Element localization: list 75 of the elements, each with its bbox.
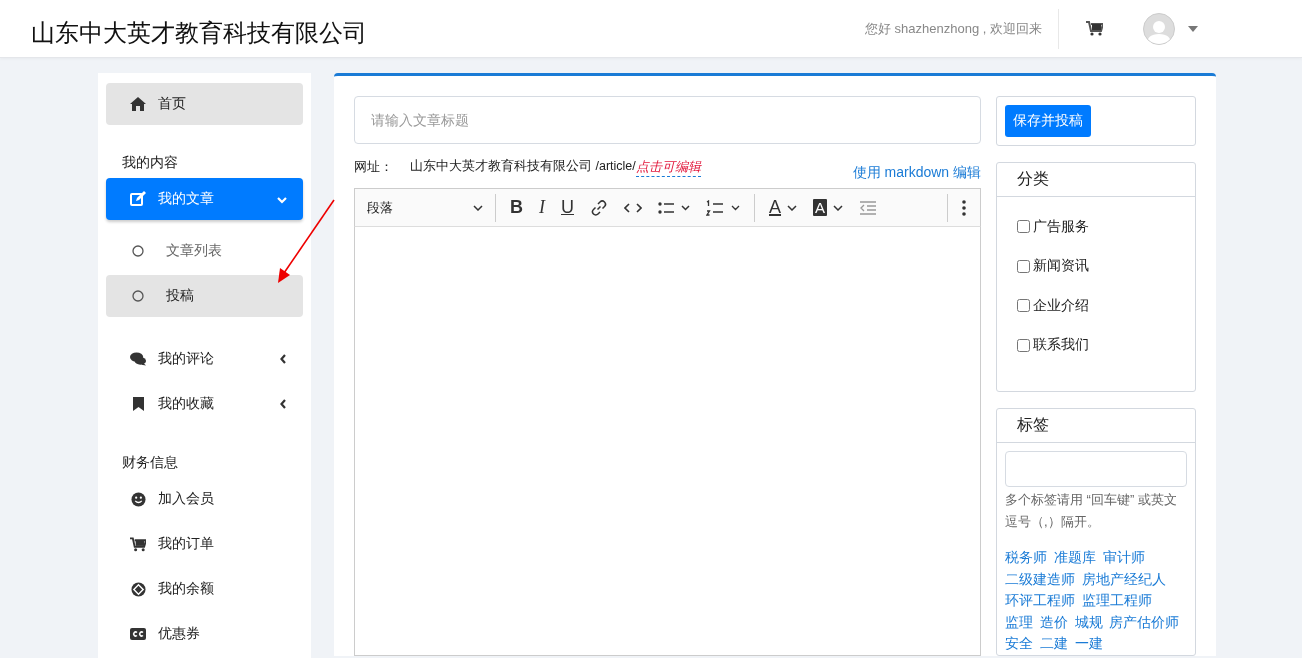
section-heading: 我的内容 <box>121 153 179 172</box>
chevron-down-icon <box>787 204 797 211</box>
save-and-submit-button[interactable]: 保存并投稿 <box>1005 105 1091 137</box>
sidebar-menu-item[interactable]: 我的收藏 <box>106 383 303 425</box>
submenu-item[interactable]: 文章列表 <box>106 230 303 272</box>
bold-button[interactable]: B <box>502 192 531 223</box>
sidebar-link[interactable]: 加入会员 <box>106 478 303 520</box>
tag-link[interactable]: 审计师 <box>1102 550 1145 565</box>
tag-input[interactable] <box>1005 451 1187 487</box>
closed-captions-icon <box>130 628 146 640</box>
cart-icon <box>130 536 146 552</box>
tag-link[interactable]: 二级建造师 <box>1005 571 1075 587</box>
sidebar-menu-item[interactable]: 我的文章 <box>106 178 303 220</box>
chevron-down-icon <box>833 204 844 211</box>
category-label: 联系我们 <box>1033 336 1089 355</box>
tag-link[interactable]: 城规 <box>1074 614 1103 630</box>
card-title: 分类 <box>997 163 1195 197</box>
tag-link[interactable]: 房产估价师 <box>1109 614 1180 630</box>
title-input[interactable]: 请输入文章标题 <box>354 96 981 144</box>
card-title: 标签 <box>997 409 1195 443</box>
tag-hint: 多个标签请用 “回车键” 或英文逗号（,）隔开。 <box>1004 491 1178 531</box>
category-label: 新闻资讯 <box>1033 257 1089 276</box>
category-checkbox[interactable] <box>1017 259 1030 273</box>
tag-link[interactable]: 二建 <box>1039 636 1068 651</box>
numbered-list-icon[interactable] <box>706 199 740 216</box>
tag-link[interactable]: 房地产经纪人 <box>1081 571 1166 587</box>
submenu-item[interactable]: 投稿 <box>106 275 303 317</box>
greeting-text: 您好 shazhenzhong , 欢迎回来 <box>864 19 1042 38</box>
chevron-down-icon <box>277 197 287 204</box>
link-icon[interactable] <box>590 198 608 217</box>
brand-title: 山东中大英才教育科技有限公司 <box>31 17 368 48</box>
tag-link[interactable]: 造价 <box>1039 614 1068 630</box>
tag-link[interactable]: 一建 <box>1074 636 1103 651</box>
code-icon[interactable] <box>624 201 642 214</box>
italic-button[interactable]: I <box>531 192 553 223</box>
category-checkbox[interactable] <box>1017 338 1030 352</box>
underline-button[interactable]: U <box>553 192 582 223</box>
smiley-icon <box>130 491 146 507</box>
circle-icon <box>132 290 144 302</box>
cart-icon[interactable] <box>1086 21 1103 36</box>
tag-link[interactable]: 安全 <box>1005 636 1033 651</box>
bookmark-icon <box>132 397 144 411</box>
category-label: 企业介绍 <box>1033 296 1089 315</box>
tag-link[interactable]: 准题库 <box>1053 550 1096 565</box>
bulleted-list-icon[interactable] <box>658 200 690 215</box>
highlight-color-button[interactable]: A <box>805 192 852 223</box>
edit-icon <box>130 191 146 207</box>
tag-link[interactable]: 监理工程师 <box>1081 593 1152 608</box>
sidebar-link[interactable]: 我的余额 <box>106 568 303 610</box>
tag-link[interactable]: 环评工程师 <box>1005 593 1075 608</box>
chevron-left-icon <box>280 354 287 364</box>
editable-slug-link[interactable]: 点击可编辑 <box>635 158 701 177</box>
more-icon[interactable] <box>962 199 966 216</box>
caret-icon[interactable] <box>1188 25 1198 32</box>
coin-icon <box>130 581 146 597</box>
chevron-down-icon <box>473 204 483 211</box>
sidebar-link[interactable]: 首页 <box>106 83 303 125</box>
sidebar-link[interactable]: 优惠券 <box>106 613 303 655</box>
category-checkbox[interactable] <box>1017 299 1030 313</box>
tag-link[interactable]: 税务师 <box>1005 550 1047 565</box>
circle-icon <box>132 245 144 257</box>
chevron-left-icon <box>280 399 287 409</box>
category-label: 广告服务 <box>1033 217 1089 236</box>
url-path: 山东中大英才教育科技有限公司 /article/ <box>410 158 636 175</box>
category-checkbox[interactable] <box>1017 220 1030 234</box>
url-label: 网址： <box>354 158 394 176</box>
markdown-link[interactable]: 使用 markdown 编辑 <box>852 164 981 182</box>
paragraph-dropdown[interactable]: 段落 <box>361 198 489 217</box>
sidebar-link[interactable]: 我的订单 <box>106 523 303 565</box>
tag-link[interactable]: 监理 <box>1005 614 1033 630</box>
comments-icon <box>130 352 146 366</box>
font-color-button[interactable]: A <box>761 192 805 223</box>
section-heading: 财务信息 <box>121 453 179 472</box>
sidebar-menu-item[interactable]: 我的评论 <box>106 338 303 380</box>
home-icon <box>130 97 146 111</box>
